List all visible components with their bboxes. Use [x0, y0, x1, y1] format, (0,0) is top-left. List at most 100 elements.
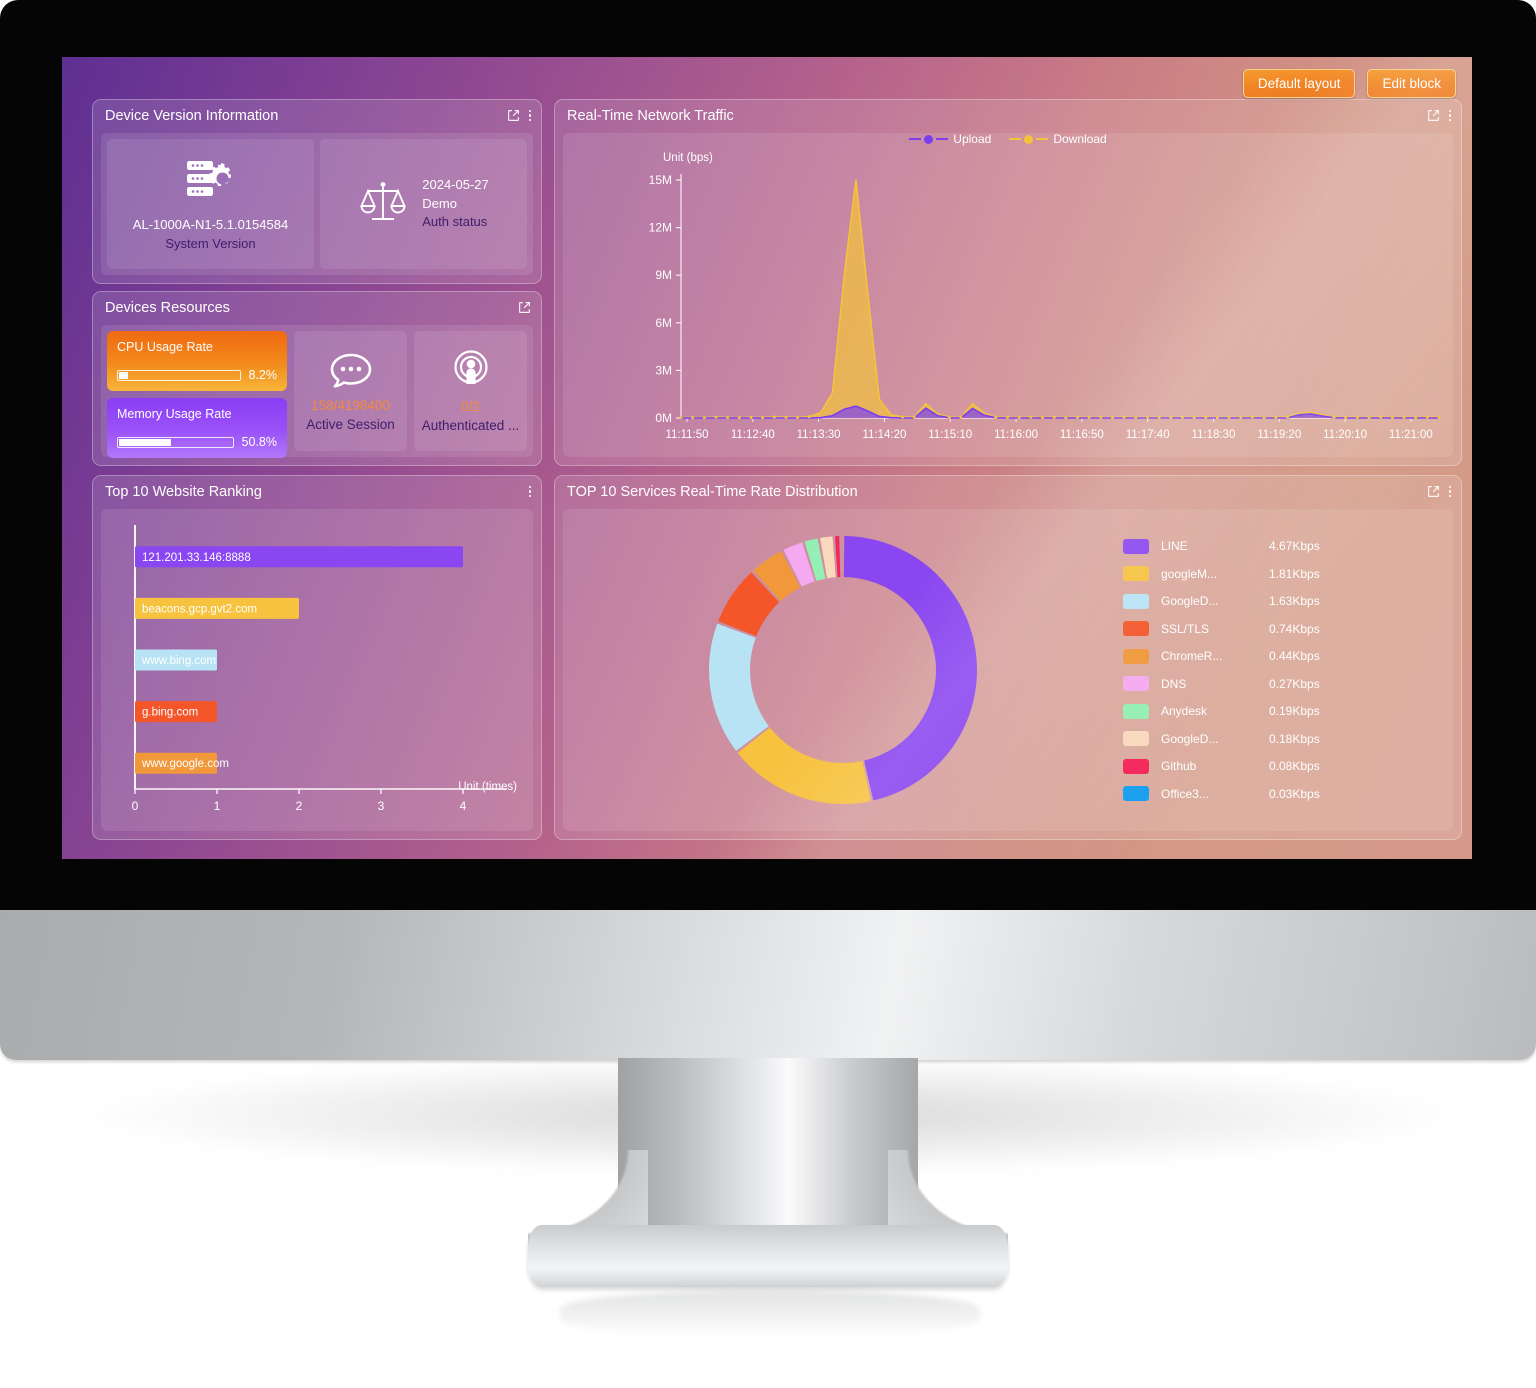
svg-text:11:16:50: 11:16:50: [1060, 429, 1104, 441]
legend-label: ChromeR...: [1161, 649, 1223, 664]
svg-text:121.201.33.146:8888: 121.201.33.146:8888: [142, 552, 251, 564]
donut-slice[interactable]: [843, 536, 977, 801]
authenticated-label: Authenticated ...: [421, 417, 520, 433]
legend-label: Anydesk: [1161, 704, 1208, 719]
legend-item-upload[interactable]: Upload: [909, 132, 991, 146]
legend-row[interactable]: ChromeR... 0.44Kbps: [1123, 643, 1441, 671]
monitor-chin: [0, 910, 1536, 1060]
legend-swatch: [1123, 593, 1149, 609]
donut-slice[interactable]: [835, 536, 841, 578]
dashboard-screen: Default layout Edit block Device Version…: [62, 57, 1472, 859]
more-vertical-icon[interactable]: [528, 109, 531, 122]
legend-row[interactable]: GoogleD... 0.18Kbps: [1123, 725, 1441, 753]
svg-text:12M: 12M: [649, 221, 672, 235]
panel-title: Top 10 Website Ranking: [105, 483, 262, 500]
legend-swatch: [1123, 648, 1149, 664]
cpu-usage-label: CPU Usage Rate: [117, 340, 213, 354]
svg-text:11:21:00: 11:21:00: [1389, 429, 1433, 441]
legend-row[interactable]: LINE 4.67Kbps: [1123, 533, 1441, 561]
svg-text:11:19:20: 11:19:20: [1257, 429, 1301, 441]
svg-text:15M: 15M: [649, 173, 672, 187]
legend-row[interactable]: DNS 0.27Kbps: [1123, 670, 1441, 698]
svg-text:11:15:10: 11:15:10: [928, 429, 972, 441]
legend-value: 0.19Kbps: [1269, 704, 1320, 719]
panel-title: TOP 10 Services Real-Time Rate Distribut…: [567, 483, 858, 500]
more-vertical-icon[interactable]: [1448, 109, 1451, 122]
svg-text:11:13:30: 11:13:30: [797, 429, 841, 441]
monitor-stand-foot: [496, 1225, 1040, 1287]
legend-label: Github: [1161, 759, 1197, 774]
legend-row[interactable]: googleM... 1.81Kbps: [1123, 560, 1441, 588]
legend-label: SSL/TLS: [1161, 621, 1210, 636]
legend-row[interactable]: Github 0.08Kbps: [1123, 753, 1441, 781]
legend-value: 0.27Kbps: [1269, 676, 1320, 691]
active-session-card: 158/4198400 Active Session: [294, 331, 407, 451]
legend-row[interactable]: Office3... 0.03Kbps: [1123, 780, 1441, 808]
memory-usage-bar: [117, 436, 234, 448]
panel-body: AL-1000A-N1-5.1.0154584 System Version 2…: [101, 133, 533, 275]
active-session-value: 158/4198400: [311, 397, 390, 413]
panel-title: Real-Time Network Traffic: [567, 107, 734, 124]
svg-text:11:16:00: 11:16:00: [994, 429, 1038, 441]
legend-swatch: [1123, 621, 1149, 637]
panel-body: CPU Usage Rate 8.2% Memory Usage Rate 50…: [101, 325, 533, 458]
monitor-stand-reflection: [560, 1290, 980, 1338]
external-link-icon[interactable]: [1427, 109, 1440, 122]
auth-status-label: Auth status: [422, 214, 488, 230]
default-layout-button[interactable]: Default layout: [1242, 69, 1356, 98]
legend-value: 1.81Kbps: [1269, 566, 1320, 581]
donut-slice[interactable]: [709, 623, 769, 751]
legend-line-icon: [1036, 138, 1049, 140]
panel-header: Devices Resources: [93, 292, 541, 323]
legend-label: Office3...: [1161, 786, 1209, 801]
external-link-icon[interactable]: [1427, 485, 1440, 498]
external-link-icon[interactable]: [507, 109, 520, 122]
scales-balance-icon: [358, 179, 408, 230]
system-version-value: AL-1000A-N1-5.1.0154584: [132, 216, 289, 232]
svg-text:1: 1: [214, 799, 221, 813]
active-session-label: Active Session: [306, 416, 395, 432]
external-link-icon[interactable]: [518, 301, 531, 314]
screenshot-root: Default layout Edit block Device Version…: [0, 0, 1536, 1388]
svg-text:11:20:10: 11:20:10: [1323, 429, 1367, 441]
panel-top10-services-rate: TOP 10 Services Real-Time Rate Distribut…: [554, 475, 1462, 840]
cpu-usage-bar: [117, 369, 241, 381]
panel-header-actions: [528, 485, 531, 498]
legend-row[interactable]: SSL/TLS 0.74Kbps: [1123, 615, 1441, 643]
legend-label: GoogleD...: [1161, 731, 1219, 746]
legend-label-upload: Upload: [953, 132, 992, 146]
svg-text:11:14:20: 11:14:20: [862, 429, 906, 441]
svg-text:11:17:40: 11:17:40: [1126, 429, 1170, 441]
svg-text:9M: 9M: [655, 268, 672, 282]
panel-title: Device Version Information: [105, 107, 279, 124]
legend-line-icon: [909, 138, 922, 140]
memory-usage-meter: Memory Usage Rate 50.8%: [107, 398, 287, 458]
panel-device-version-information: Device Version Information AL-1000A-N1-5…: [92, 99, 542, 284]
legend-value: 4.67Kbps: [1269, 539, 1320, 554]
edit-block-button[interactable]: Edit block: [1367, 69, 1456, 98]
more-vertical-icon[interactable]: [528, 485, 531, 498]
svg-text:www.google.com: www.google.com: [141, 758, 229, 770]
legend-label: googleM...: [1161, 566, 1218, 581]
legend-swatch: [1123, 786, 1149, 802]
donut-slice[interactable]: [737, 727, 871, 804]
legend-label: LINE: [1161, 539, 1188, 554]
svg-text:3M: 3M: [655, 363, 672, 377]
resource-meters: CPU Usage Rate 8.2% Memory Usage Rate 50…: [107, 331, 287, 458]
legend-label: GoogleD...: [1161, 594, 1219, 609]
svg-text:4: 4: [460, 799, 467, 813]
panel-header: Top 10 Website Ranking: [93, 476, 541, 507]
legend-row[interactable]: GoogleD... 1.63Kbps: [1123, 588, 1441, 616]
legend-value: 0.08Kbps: [1269, 759, 1320, 774]
svg-text:3: 3: [378, 799, 385, 813]
svg-text:11:12:40: 11:12:40: [731, 429, 775, 441]
services-donut-chart: [709, 536, 977, 804]
legend-row[interactable]: Anydesk 0.19Kbps: [1123, 698, 1441, 726]
legend-item-download[interactable]: Download: [1009, 132, 1107, 146]
legend-swatch: [1123, 758, 1149, 774]
monitor-stand-neck: [618, 1058, 918, 1243]
cpu-usage-meter: CPU Usage Rate 8.2%: [107, 331, 287, 391]
panel-title: Devices Resources: [105, 299, 230, 316]
more-vertical-icon[interactable]: [1448, 485, 1451, 498]
svg-text:g.bing.com: g.bing.com: [142, 707, 198, 719]
